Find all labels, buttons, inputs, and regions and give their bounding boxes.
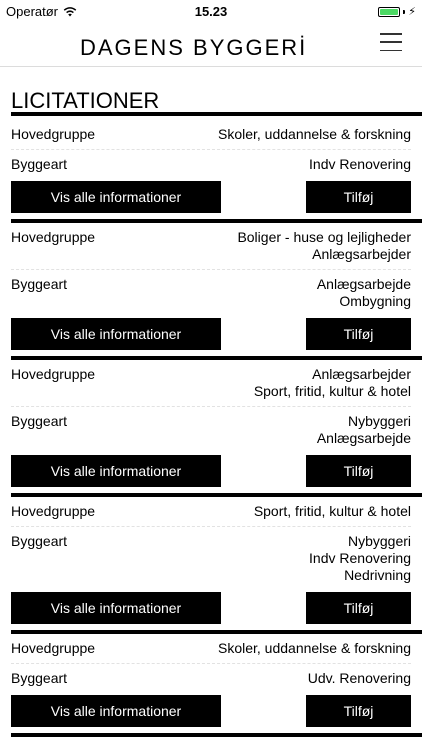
show-all-info-button[interactable]: Vis alle informationer — [11, 455, 221, 487]
type-value: Udv. Renovering — [307, 670, 411, 686]
group-label: Hovedgruppe — [11, 640, 96, 656]
show-all-info-button[interactable]: Vis alle informationer — [11, 592, 221, 624]
show-all-info-button[interactable]: Vis alle informationer — [11, 695, 221, 727]
type-value: Nybyggeri — [347, 413, 411, 429]
group-value: Skoler, uddannelse & forskning — [217, 640, 411, 656]
type-value: Ombygning — [339, 293, 411, 309]
app-logo: DAGENS BYGGERİ — [80, 35, 308, 60]
tender-list: Hovedgruppe Skoler, uddannelse & forskni… — [11, 120, 422, 737]
group-row: Hovedgruppe Skoler, uddannelse & forskni… — [11, 634, 411, 657]
type-values: Indv Renovering — [309, 150, 411, 173]
battery-icon — [378, 6, 401, 17]
type-label: Byggeart — [11, 670, 68, 686]
group-values: Skoler, uddannelse & forskning — [218, 634, 411, 657]
type-label: Byggeart — [11, 276, 68, 292]
type-value: Anlægsarbejde — [316, 276, 411, 292]
group-row: Hovedgruppe Anlægsarbejder Sport, fritid,… — [11, 360, 411, 400]
entry-actions: Vis alle informationer Tilføj — [11, 318, 411, 350]
status-bar: Operatør 15.23 ⚡ — [0, 0, 422, 22]
type-value: Indv Renovering — [309, 550, 411, 566]
tender-entry: Hovedgruppe Skoler, uddannelse & forskni… — [11, 120, 422, 223]
type-row: Byggeart Anlægsarbejde Ombygning — [11, 270, 411, 310]
group-values: Sport, fritid, kultur & hotel — [254, 497, 411, 520]
hamburger-menu-icon[interactable] — [380, 33, 402, 51]
type-value: Nybyggeri — [347, 533, 411, 549]
group-values: Skoler, uddannelse & forskning — [218, 120, 411, 143]
entry-actions: Vis alle informationer Tilføj — [11, 695, 411, 727]
show-all-info-button[interactable]: Vis alle informationer — [11, 181, 221, 213]
group-row: Hovedgruppe Skoler, uddannelse & forskni… — [11, 120, 411, 143]
type-row: Byggeart Indv Renovering — [11, 150, 411, 173]
add-button[interactable]: Tilføj — [306, 455, 411, 487]
type-label: Byggeart — [11, 413, 68, 429]
group-value: Boliger - huse og lejligheder — [237, 229, 411, 245]
type-values: Anlægsarbejde Ombygning — [317, 270, 411, 310]
add-button[interactable]: Tilføj — [306, 592, 411, 624]
add-button[interactable]: Tilføj — [306, 318, 411, 350]
group-label: Hovedgruppe — [11, 503, 96, 519]
show-all-info-button[interactable]: Vis alle informationer — [11, 318, 221, 350]
tender-entry: Hovedgruppe Sport, fritid, kultur & hote… — [11, 497, 422, 634]
entry-actions: Vis alle informationer Tilføj — [11, 181, 411, 213]
group-value: Sport, fritid, kultur & hotel — [253, 383, 411, 399]
type-row: Byggeart Udv. Renovering — [11, 664, 411, 687]
group-value: Skoler, uddannelse & forskning — [217, 126, 411, 142]
group-value: Anlægsarbejder — [312, 366, 411, 382]
group-label: Hovedgruppe — [11, 126, 96, 142]
type-label: Byggeart — [11, 156, 68, 172]
battery-indicator: ⚡ — [378, 5, 416, 18]
type-values: Nybyggeri Anlægsarbejde — [317, 407, 411, 447]
group-value: Sport, fritid, kultur & hotel — [253, 503, 411, 519]
add-button[interactable]: Tilføj — [306, 695, 411, 727]
tender-entry: Hovedgruppe Anlægsarbejder Sport, fritid,… — [11, 360, 422, 497]
nav-bar: DAGENS BYGGERİ — [0, 22, 422, 67]
entry-divider — [11, 733, 422, 737]
charging-icon: ⚡ — [408, 6, 416, 18]
entry-actions: Vis alle informationer Tilføj — [11, 592, 411, 624]
type-value: Nedrivning — [344, 567, 411, 583]
group-value: Anlægsarbejder — [312, 246, 411, 262]
group-values: Boliger - huse og lejligheder Anlægsarbej… — [237, 223, 411, 263]
group-label: Hovedgruppe — [11, 366, 96, 382]
type-values: Udv. Renovering — [308, 664, 411, 687]
add-button[interactable]: Tilføj — [306, 181, 411, 213]
group-row: Hovedgruppe Sport, fritid, kultur & hote… — [11, 497, 411, 520]
group-row: Hovedgruppe Boliger - huse og lejlighede… — [11, 223, 411, 263]
entry-actions: Vis alle informationer Tilføj — [11, 455, 411, 487]
type-value: Anlægsarbejde — [316, 430, 411, 446]
clock: 15.23 — [194, 4, 228, 19]
group-label: Hovedgruppe — [11, 229, 96, 245]
tender-entry: Hovedgruppe Skoler, uddannelse & forskni… — [11, 634, 422, 737]
group-values: Anlægsarbejder Sport, fritid, kultur & ho… — [254, 360, 411, 400]
page-title: LICITATIONER — [11, 88, 160, 113]
type-row: Byggeart Nybyggeri Indv Renovering Nedrivn… — [11, 527, 411, 584]
title-divider — [11, 112, 422, 116]
tender-entry: Hovedgruppe Boliger - huse og lejlighede… — [11, 223, 422, 360]
type-values: Nybyggeri Indv Renovering Nedrivning — [309, 527, 411, 584]
type-row: Byggeart Nybyggeri Anlægsarbejde — [11, 407, 411, 447]
type-value: Indv Renovering — [309, 156, 411, 172]
type-label: Byggeart — [11, 533, 68, 549]
